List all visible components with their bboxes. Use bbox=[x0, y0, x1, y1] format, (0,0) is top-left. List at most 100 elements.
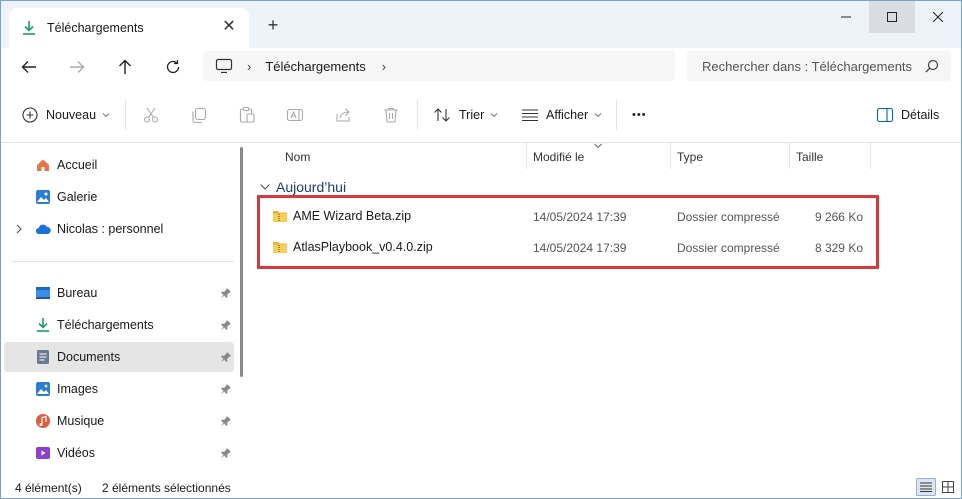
title-bar: Téléchargements ✕ + bbox=[1, 1, 961, 48]
new-tab-button[interactable]: + bbox=[263, 15, 283, 35]
paste-button[interactable] bbox=[237, 105, 257, 125]
computer-icon bbox=[215, 58, 233, 74]
details-button[interactable]: Détails bbox=[877, 98, 939, 132]
pin-icon[interactable] bbox=[220, 287, 232, 299]
explorer-window: Téléchargements ✕ + › Téléchargements › … bbox=[0, 0, 962, 499]
refresh-button[interactable] bbox=[158, 53, 188, 81]
column-header-label: Taille bbox=[796, 150, 824, 164]
breadcrumb-separator[interactable]: › bbox=[247, 59, 251, 74]
up-button[interactable] bbox=[110, 53, 140, 81]
view-button[interactable]: Afficher bbox=[522, 98, 602, 132]
search-box[interactable] bbox=[687, 51, 951, 81]
sidebar-item-label: Images bbox=[57, 382, 98, 396]
sidebar-item-label: Téléchargements bbox=[57, 318, 154, 332]
close-tab-icon[interactable]: ✕ bbox=[221, 19, 237, 35]
toolbar-divider bbox=[616, 100, 617, 130]
selection-highlight-box bbox=[257, 195, 879, 269]
sidebar-item-bureau[interactable]: Bureau bbox=[4, 278, 234, 308]
documents-icon bbox=[37, 350, 49, 364]
trash-icon bbox=[384, 107, 398, 123]
address-toolbar: › Téléchargements › bbox=[1, 48, 961, 86]
list-view-icon bbox=[522, 109, 538, 122]
arrow-up-icon bbox=[119, 59, 131, 74]
share-icon bbox=[336, 108, 350, 122]
tiles-view-icon bbox=[942, 481, 954, 493]
home-icon bbox=[37, 159, 49, 171]
details-button-label: Détails bbox=[901, 108, 940, 122]
maximize-icon bbox=[887, 12, 897, 22]
chevron-down-icon bbox=[102, 113, 110, 118]
pin-icon[interactable] bbox=[220, 319, 232, 331]
share-button[interactable] bbox=[333, 105, 353, 125]
sort-button[interactable]: Trier bbox=[433, 98, 498, 132]
sidebar-item-images[interactable]: Images bbox=[4, 374, 234, 404]
sidebar-item-musique[interactable]: Musique bbox=[4, 406, 234, 436]
details-view-button[interactable] bbox=[916, 478, 936, 496]
pin-icon[interactable] bbox=[220, 383, 232, 395]
new-button[interactable]: Nouveau bbox=[22, 98, 110, 132]
copy-button[interactable] bbox=[189, 105, 209, 125]
pictures-icon bbox=[36, 382, 50, 396]
chevron-down-icon bbox=[490, 113, 498, 118]
back-button[interactable] bbox=[14, 53, 44, 81]
sidebar-item-telechargements[interactable]: Téléchargements bbox=[4, 310, 234, 340]
address-bar[interactable]: › Téléchargements › bbox=[203, 51, 675, 81]
sort-icon bbox=[434, 108, 450, 122]
view-button-label: Afficher bbox=[546, 108, 589, 122]
column-header-type[interactable]: Type bbox=[671, 143, 790, 169]
minimize-button[interactable] bbox=[823, 1, 869, 33]
rename-button[interactable] bbox=[285, 105, 305, 125]
sidebar-item-onedrive[interactable]: Nicolas : personnel bbox=[4, 214, 234, 244]
arrow-left-icon bbox=[21, 61, 36, 73]
sidebar-item-label: Galerie bbox=[57, 190, 98, 204]
selection-count: 2 éléments sélectionnés bbox=[102, 481, 231, 495]
group-header-today[interactable]: Aujourd’hui bbox=[259, 179, 346, 195]
onedrive-icon bbox=[35, 224, 51, 235]
minimize-icon bbox=[841, 16, 851, 18]
toolbar-divider bbox=[417, 100, 418, 130]
breadcrumb-telechargements[interactable]: Téléchargements bbox=[265, 59, 365, 74]
chevron-right-icon[interactable] bbox=[14, 223, 24, 235]
pin-icon[interactable] bbox=[220, 415, 232, 427]
item-count: 4 élément(s) bbox=[15, 481, 82, 495]
rename-icon bbox=[286, 108, 304, 122]
download-icon bbox=[23, 21, 35, 35]
navigation-pane: Accueil Galerie Nicolas : personnel Bure… bbox=[1, 143, 244, 476]
tiles-view-button[interactable] bbox=[938, 478, 958, 496]
sidebar-scrollbar[interactable] bbox=[240, 147, 243, 377]
plus-circle-icon bbox=[22, 107, 38, 123]
sort-button-label: Trier bbox=[459, 108, 485, 122]
status-bar: 4 élément(s) 2 éléments sélectionnés bbox=[1, 476, 961, 498]
column-header-modified[interactable]: Modifié le bbox=[527, 143, 671, 169]
details-pane-icon bbox=[877, 108, 893, 122]
sidebar-item-label: Accueil bbox=[57, 158, 98, 172]
details-view-icon bbox=[920, 482, 932, 492]
forward-button[interactable] bbox=[62, 53, 92, 81]
sidebar-item-documents[interactable]: Documents bbox=[4, 342, 234, 372]
close-window-button[interactable] bbox=[915, 1, 961, 33]
breadcrumb-trail-chevron[interactable]: › bbox=[382, 59, 386, 74]
pin-icon[interactable] bbox=[220, 351, 232, 363]
tab-telechargements[interactable]: Téléchargements ✕ bbox=[9, 8, 249, 48]
maximize-button[interactable] bbox=[869, 1, 915, 33]
sidebar-item-label: Nicolas : personnel bbox=[57, 222, 164, 236]
more-options-button[interactable]: ••• bbox=[632, 98, 647, 132]
tab-title: Téléchargements bbox=[47, 21, 144, 35]
column-header-size[interactable]: Taille bbox=[790, 143, 871, 169]
sidebar-item-label: Documents bbox=[57, 350, 121, 364]
pin-icon[interactable] bbox=[220, 447, 232, 459]
refresh-icon bbox=[166, 60, 180, 74]
column-header-name[interactable]: Nom bbox=[279, 143, 527, 169]
sidebar-item-label: Bureau bbox=[57, 286, 98, 300]
sidebar-item-videos[interactable]: Vidéos bbox=[4, 438, 234, 468]
sidebar-item-galerie[interactable]: Galerie bbox=[4, 182, 234, 212]
more-icon: ••• bbox=[632, 109, 647, 121]
download-icon bbox=[37, 318, 49, 332]
sidebar-item-accueil[interactable]: Accueil bbox=[4, 150, 234, 180]
group-label: Aujourd’hui bbox=[276, 179, 347, 195]
delete-button[interactable] bbox=[381, 105, 401, 125]
copy-icon bbox=[192, 107, 207, 124]
search-input[interactable] bbox=[702, 58, 912, 74]
music-icon bbox=[36, 414, 50, 428]
cut-button[interactable] bbox=[141, 105, 161, 125]
